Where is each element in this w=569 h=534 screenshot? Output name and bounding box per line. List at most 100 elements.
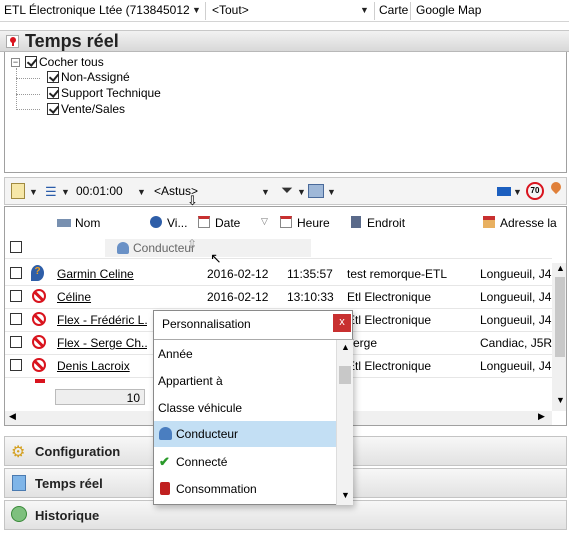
page-title: Temps réel [25, 31, 119, 51]
customization-popup: Personnalisation x Année Appartient à Cl… [153, 310, 354, 505]
col-select [5, 207, 28, 237]
close-button[interactable]: x [333, 314, 351, 332]
speed-limit-icon[interactable]: 70 [526, 182, 544, 200]
tree-label-vente: Vente/Sales [61, 102, 126, 116]
chevron-down-icon[interactable]: ▼ [29, 187, 38, 197]
partial-row [35, 379, 45, 383]
chevron-down-icon[interactable]: ▼ [261, 187, 270, 197]
company-select[interactable]: ETL Électronique Ltée (713845012 ▼ [0, 0, 204, 22]
no-signal-icon [32, 335, 46, 349]
row-checkbox[interactable] [10, 359, 22, 371]
chevron-down-icon: ▼ [192, 5, 201, 15]
cell-name[interactable]: Garmin Celine [57, 267, 147, 281]
check-all-label: Cocher tous [39, 55, 104, 69]
calendar-icon [280, 216, 292, 228]
row-checkbox[interactable] [10, 267, 22, 279]
scroll-left-icon[interactable]: ◀ [9, 411, 16, 422]
col-header-time[interactable]: Heure [275, 207, 346, 237]
cell-name[interactable]: Flex - Frédéric L... [57, 313, 147, 327]
calendar-icon [198, 216, 210, 228]
sort-desc-icon: ▽ [261, 216, 268, 226]
cell-date: 2016-02-12 [207, 290, 269, 304]
gear-icon: ⚙ [11, 444, 26, 461]
cell-place: Etl Electronique [347, 313, 432, 327]
drop-arrow-icon: ⇧ [187, 237, 198, 251]
chevron-down-icon: ▼ [360, 5, 369, 15]
popup-item-classe[interactable]: Classe véhicule [154, 396, 336, 420]
company-select-value: ETL Électronique Ltée (713845012 [4, 3, 190, 17]
cell-time: 11:35:57 [287, 267, 333, 281]
vertical-scrollbar[interactable]: ▲ ▼ [552, 263, 566, 411]
row-checkbox[interactable] [10, 313, 22, 325]
location-question-icon: ? [31, 265, 44, 281]
history-icon [11, 506, 27, 522]
popup-item-connecte[interactable]: ✔ Connecté [154, 450, 336, 474]
col-header-place[interactable]: Endroit [345, 207, 479, 237]
group-select[interactable]: <Tout> ▼ [208, 0, 372, 22]
scroll-down-icon[interactable]: ▼ [341, 490, 350, 500]
popup-item-appartient[interactable]: Appartient à [154, 369, 336, 393]
cell-time: 13:10:33 [287, 290, 334, 304]
popup-item-conducteur[interactable]: Conducteur [154, 421, 336, 447]
edit-note-icon[interactable] [11, 183, 25, 199]
map-label: Carte [379, 3, 409, 17]
tree-checkbox-vente[interactable] [47, 103, 59, 115]
tree-label-non-assigne: Non-Assigné [61, 70, 130, 84]
scroll-thumb[interactable] [339, 366, 351, 384]
checkmark-icon: ✔ [159, 454, 170, 469]
row-checkbox[interactable] [10, 336, 22, 348]
print-icon[interactable] [308, 184, 324, 198]
check-all-checkbox[interactable] [25, 56, 37, 68]
map-provider-select[interactable]: Google Map [416, 3, 481, 17]
place-icon [351, 216, 361, 228]
col-header-date[interactable]: Date ▽ [193, 207, 276, 237]
col-header-address[interactable]: Adresse la [478, 207, 566, 237]
page-header: Temps réel [0, 30, 569, 52]
chevron-down-icon[interactable]: ▼ [297, 187, 306, 197]
chevron-down-icon[interactable]: ▼ [327, 187, 336, 197]
popup-list: Année Appartient à Classe véhicule Condu… [154, 339, 354, 505]
tree-checkbox-support[interactable] [47, 87, 59, 99]
cell-name[interactable]: Flex - Serge Ch... [57, 336, 147, 350]
scroll-thumb[interactable] [555, 277, 565, 357]
fuel-pump-icon [160, 482, 170, 495]
chevron-down-icon[interactable]: ▼ [137, 187, 146, 197]
cell-address: Longueuil, J4G [480, 290, 552, 304]
grid-toolbar: ▼ ☰ ▼ 00:01:00 ▼ <Astus> ▼ ⏷ ▼ ▼ ▼ 70 [4, 177, 567, 205]
popup-item-consommation[interactable]: Consommation [154, 477, 336, 501]
house-icon [483, 216, 495, 228]
tree-checkbox-non-assigne[interactable] [47, 71, 59, 83]
scroll-up-icon[interactable]: ▲ [556, 263, 565, 273]
refresh-interval-select[interactable]: 00:01:00 [76, 184, 123, 198]
table-row[interactable]: ? Garmin Celine 2016-02-12 11:35:57 test… [5, 263, 552, 286]
color-select-icon[interactable] [497, 187, 511, 196]
mouse-cursor-icon: ↖ [210, 250, 222, 266]
col-header-vi[interactable]: Vi... [145, 207, 194, 237]
scroll-right-icon[interactable]: ▶ [538, 411, 545, 422]
dragged-column-header[interactable]: Conducteur ⇧ [105, 237, 311, 257]
popup-title: Personnalisation [162, 317, 251, 331]
collapse-icon[interactable]: − [11, 58, 20, 67]
funnel-icon[interactable]: ⏷ [281, 182, 293, 199]
cell-name[interactable]: Denis Lacroix [57, 359, 147, 373]
select-all-checkbox[interactable] [10, 241, 22, 253]
scroll-down-icon[interactable]: ▼ [556, 395, 565, 405]
list-icon[interactable]: ☰ [45, 184, 57, 200]
popup-scrollbar[interactable]: ▲ ▼ [336, 340, 353, 505]
cell-name[interactable]: Céline [57, 290, 147, 304]
clock-icon [150, 216, 162, 228]
col-header-name[interactable]: Nom [53, 207, 146, 237]
no-signal-icon [32, 358, 46, 372]
chevron-down-icon[interactable]: ▼ [513, 187, 522, 197]
scroll-up-icon[interactable]: ▲ [341, 342, 350, 352]
cell-address: Candiac, J5R 2 [480, 336, 552, 350]
group-by-panel[interactable]: Conducteur ⇧ [5, 237, 552, 259]
group-tree: − Cocher tous Non-Assigné Support Techni… [4, 52, 567, 173]
popup-item-annee[interactable]: Année [154, 342, 336, 366]
map-pin-icon [6, 35, 19, 48]
chevron-down-icon[interactable]: ▼ [61, 187, 70, 197]
table-row[interactable]: Céline 2016-02-12 13:10:33 Etl Electroni… [5, 286, 552, 309]
row-checkbox[interactable] [10, 290, 22, 302]
tree-label-support: Support Technique [61, 86, 161, 100]
map-pin-icon[interactable] [548, 179, 564, 195]
